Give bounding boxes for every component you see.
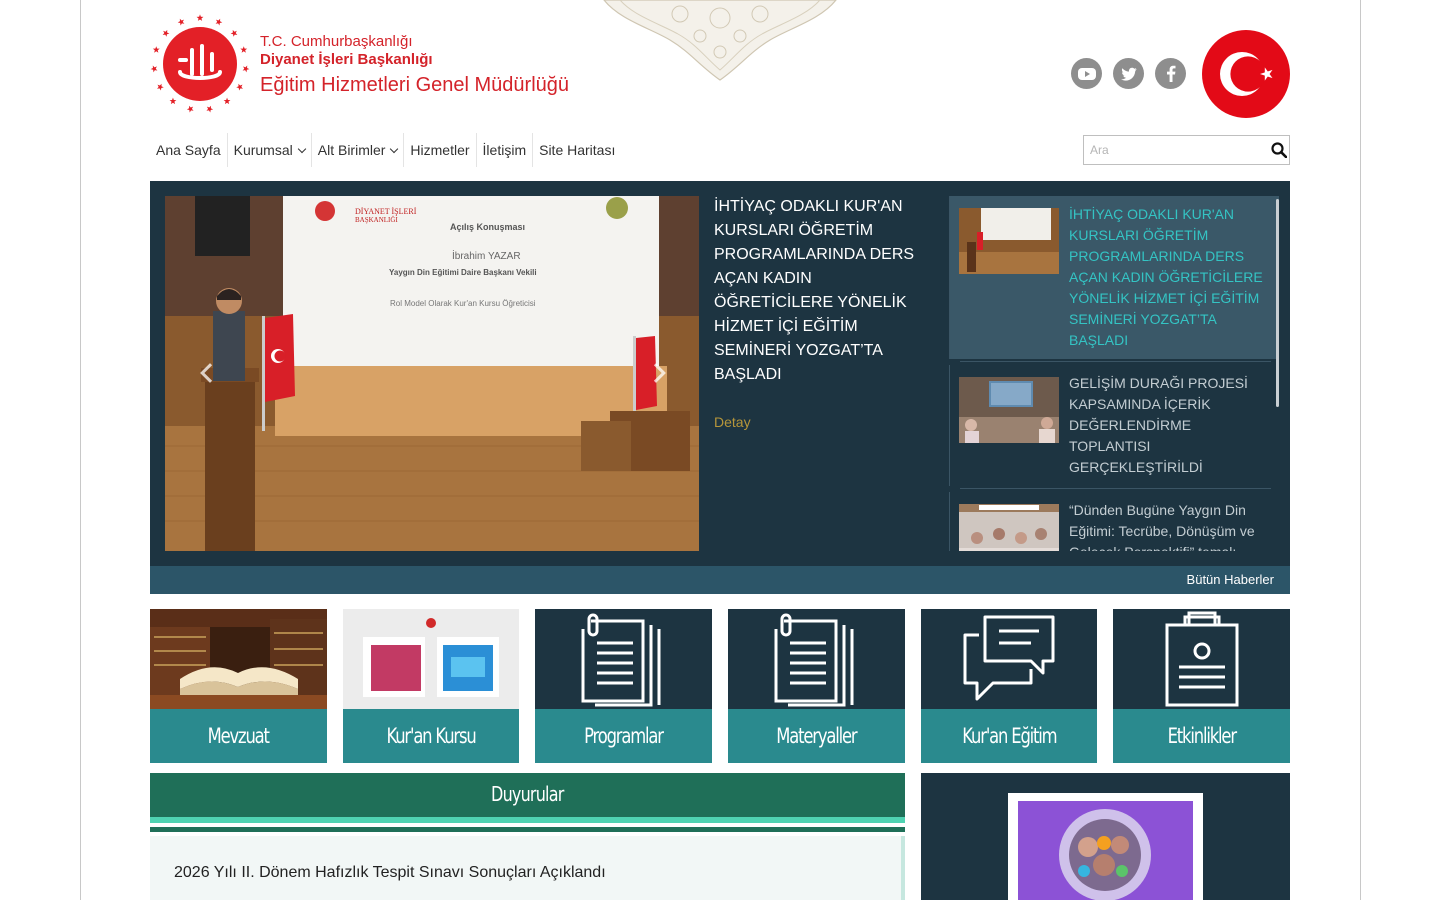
main-nav: Ana Sayfa Kurumsal Alt Birimler Hizmetle… — [150, 133, 621, 167]
nav-kurumsal-label: Kurumsal — [233, 142, 293, 158]
tile-label: Programlar — [535, 709, 712, 763]
facebook-icon[interactable] — [1155, 58, 1186, 89]
logo-star — [230, 29, 238, 37]
news-item[interactable]: “Dünden Bugüne Yaygın Din Eğitimi: Tecrü… — [949, 492, 1279, 551]
tile-label: Materyaller — [728, 709, 905, 763]
news-item-text: “Dünden Bugüne Yaygın Din Eğitimi: Tecrü… — [1069, 502, 1255, 551]
logo-star — [157, 83, 164, 91]
nav-site-haritasi[interactable]: Site Haritası — [533, 133, 621, 167]
document-icon — [774, 613, 854, 707]
tile-kuran-egitim-label: Kur'an Eğitim — [961, 724, 1057, 748]
turkish-flag-icon[interactable] — [1202, 30, 1290, 118]
logo-star — [150, 65, 158, 73]
logo-star — [236, 83, 243, 91]
tile-kuran-egitim[interactable]: Kur'an Eğitim — [921, 609, 1097, 763]
tile-label: Kur'an Kursu Başvuru — [343, 709, 519, 763]
tile-kuran-kursu-basvuru[interactable]: Kur'an Kursu Başvuru — [343, 609, 519, 763]
side-banner — [921, 773, 1290, 900]
tile-etkinlikler-label: Etkinlikler — [1167, 724, 1236, 748]
news-item[interactable]: GELİŞİM DURAĞI PROJESİ KAPSAMINDA İÇERİK… — [949, 365, 1279, 489]
logo-star — [242, 65, 250, 73]
logo-star — [215, 18, 223, 26]
news-thumb — [959, 377, 1059, 443]
logo-star — [196, 14, 204, 21]
all-news-link[interactable]: Bütün Haberler — [150, 566, 1290, 594]
svg-text:BAŞKANLIĞI: BAŞKANLIĞI — [355, 216, 398, 224]
logo-star — [162, 29, 170, 37]
tile-programlar-label: Programlar — [584, 724, 664, 748]
screen-name: İbrahim YAZAR — [452, 249, 521, 262]
news-slider: DİYANET İŞLERİ BAŞKANLIĞI Açılış Konuşma… — [150, 181, 1290, 594]
institution-name[interactable]: T.C. Cumhurbaşkanlığı Diyanet İşleri Baş… — [260, 33, 569, 99]
tile-label: Etkinlikler — [1113, 709, 1290, 763]
slide-detail-link[interactable]: Detay — [714, 414, 751, 430]
banner-image[interactable] — [1008, 793, 1203, 900]
twitter-icon[interactable] — [1113, 58, 1144, 89]
tile-mevzuat[interactable]: Mevzuat — [150, 609, 327, 763]
logo-star — [186, 105, 194, 113]
news-list: İHTİYAÇ ODAKLI KUR'AN KURSLARI ÖĞRETİM P… — [949, 196, 1279, 551]
slide-headline[interactable]: İHTİYAÇ ODAKLI KUR'AN KURSLARI ÖĞRETİM P… — [714, 195, 929, 387]
brand-line3: Eğitim Hizmetleri Genel Müdürlüğü — [260, 74, 570, 96]
tile-materyaller-label: Materyaller — [776, 724, 857, 748]
announcements-title: Duyurular — [491, 782, 564, 806]
news-item-text: İHTİYAÇ ODAKLI KUR'AN KURSLARI ÖĞRETİM P… — [1069, 206, 1263, 348]
diyanet-logo[interactable] — [150, 14, 250, 114]
announcements-divider — [150, 827, 905, 832]
nav-hizmetler-label: Hizmetler — [410, 142, 470, 158]
youtube-icon[interactable] — [1071, 58, 1102, 89]
logo-star — [177, 18, 185, 26]
announcements-divider — [150, 817, 905, 823]
screen-topic: Rol Model Olarak Kur'an Kursu Öğreticisi — [390, 299, 536, 308]
tile-label: Mevzuat — [150, 709, 327, 763]
brand-line1: T.C. Cumhurbaşkanlığı — [260, 33, 413, 50]
news-thumb — [959, 504, 1059, 551]
nav-site-haritasi-label: Site Haritası — [539, 142, 616, 158]
slide-photo[interactable]: DİYANET İŞLERİ BAŞKANLIĞI Açılış Konuşma… — [165, 196, 699, 551]
logo-star — [240, 46, 248, 53]
document-icon — [581, 613, 661, 707]
svg-text:DİYANET İŞLERİ: DİYANET İŞLERİ — [355, 207, 417, 216]
nav-kurumsal[interactable]: Kurumsal — [228, 133, 312, 167]
search-icon[interactable] — [1271, 142, 1287, 158]
chat-icon — [963, 615, 1055, 701]
screen-title: Açılış Konuşması — [450, 222, 525, 232]
header-ornament — [603, 0, 837, 81]
tile-kuran-kursu-basvuru-label: Kur'an Kursu Başvuru — [386, 724, 476, 748]
announcements-list: 2026 Yılı II. Dönem Hafızlık Tespit Sına… — [150, 836, 905, 900]
brand-line2: Diyanet İşleri Başkanlığı — [260, 51, 433, 68]
logo-star — [152, 46, 160, 53]
nav-home-label: Ana Sayfa — [156, 142, 221, 158]
chevron-down-icon — [297, 144, 306, 153]
tile-mevzuat-label: Mevzuat — [207, 724, 270, 748]
news-scrollbar[interactable] — [1276, 199, 1279, 407]
nav-home[interactable]: Ana Sayfa — [150, 133, 228, 167]
clipboard-icon — [1165, 611, 1239, 707]
nav-iletisim[interactable]: İletişim — [477, 133, 534, 167]
search-input[interactable] — [1084, 136, 1264, 164]
tile-programlar[interactable]: Programlar — [535, 609, 712, 763]
search-box — [1083, 135, 1290, 165]
nav-alt-birimler[interactable]: Alt Birimler — [312, 133, 405, 167]
news-thumb — [959, 208, 1059, 274]
logo-star — [223, 97, 231, 105]
screen-role: Yaygın Din Eğitimi Daire Başkanı Vekili — [389, 268, 537, 277]
application-image — [343, 609, 519, 709]
tile-materyaller[interactable]: Materyaller — [728, 609, 905, 763]
logo-star — [206, 105, 214, 113]
news-item[interactable]: İHTİYAÇ ODAKLI KUR'AN KURSLARI ÖĞRETİM P… — [949, 196, 1279, 362]
books-image — [150, 609, 327, 709]
nav-alt-birimler-label: Alt Birimler — [317, 142, 386, 158]
nav-hizmetler[interactable]: Hizmetler — [404, 133, 477, 167]
tile-label: Kur'an Eğitim — [921, 709, 1097, 763]
news-item-text: GELİŞİM DURAĞI PROJESİ KAPSAMINDA İÇERİK… — [1069, 375, 1248, 475]
chevron-down-icon — [390, 144, 399, 153]
tile-etkinlikler[interactable]: Etkinlikler — [1113, 609, 1290, 763]
nav-iletisim-label: İletişim — [482, 142, 527, 158]
logo-star — [169, 97, 177, 105]
announcement-item[interactable]: 2026 Yılı II. Dönem Hafızlık Tespit Sına… — [174, 864, 606, 882]
announcements-header: Duyurular — [150, 773, 905, 817]
